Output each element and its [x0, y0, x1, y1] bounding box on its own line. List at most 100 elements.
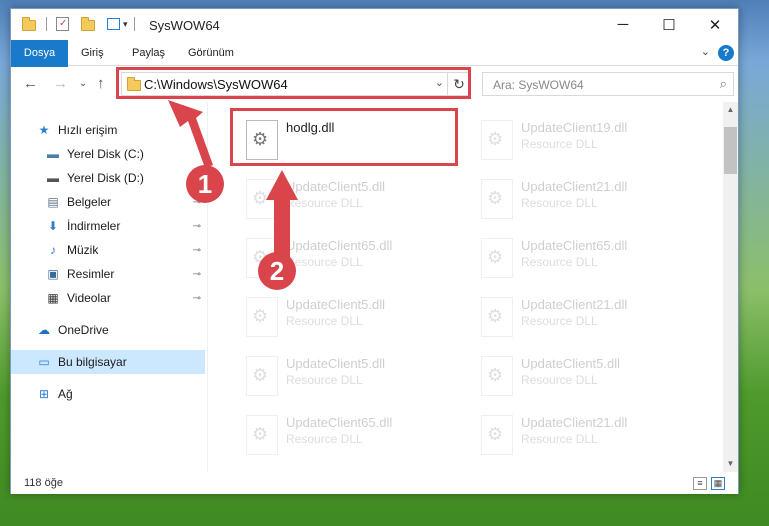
- sidebar-item[interactable]: ▬ Yerel Disk (D:): [11, 166, 205, 190]
- search-icon: ⌕: [719, 76, 727, 91]
- sidebar-item-label: Yerel Disk (C:): [67, 147, 144, 161]
- item-count: 118 öğe: [24, 477, 63, 489]
- file-name: UpdateClient5.dll: [286, 356, 386, 371]
- file-item[interactable]: UpdateClient5.dll Resource DLL: [238, 291, 468, 347]
- search-input[interactable]: Ara: SysWOW64 ⌕: [482, 72, 734, 96]
- rename-icon[interactable]: [107, 18, 120, 30]
- music-icon: ♪: [50, 243, 56, 257]
- scroll-up-button[interactable]: ▲: [723, 102, 738, 118]
- scroll-down-button[interactable]: ▼: [723, 456, 738, 472]
- drive-icon: ▬: [47, 147, 59, 161]
- maximize-button[interactable]: ☐: [646, 9, 692, 40]
- file-item[interactable]: UpdateClient19.dll Resource DLL: [473, 114, 703, 170]
- address-highlight-box: [116, 67, 471, 99]
- file-type: Resource DLL: [286, 373, 363, 387]
- dll-file-icon: [246, 356, 278, 396]
- download-icon: ⬇: [47, 219, 59, 233]
- sidebar-item[interactable]: ♪ Müzik ⊸: [11, 238, 205, 262]
- file-item[interactable]: UpdateClient5.dll Resource DLL: [473, 350, 703, 406]
- sidebar-item-label: Videolar: [67, 291, 111, 305]
- file-type: Resource DLL: [521, 255, 598, 269]
- sidebar-item-label: Müzik: [67, 243, 99, 257]
- file-item[interactable]: UpdateClient65.dll Resource DLL: [473, 232, 703, 288]
- file-type: Resource DLL: [286, 432, 363, 446]
- file-name: UpdateClient5.dll: [521, 356, 621, 371]
- scroll-thumb[interactable]: [724, 127, 737, 174]
- tab-home[interactable]: Giriş: [71, 40, 114, 66]
- file-name: UpdateClient21.dll: [521, 297, 628, 312]
- ribbon-tabs: Dosya Giriş Paylaş Görünüm ⌄ ?: [11, 40, 738, 96]
- sidebar-item[interactable]: ★ Hızlı erişim: [11, 118, 205, 142]
- details-view-button[interactable]: ≡: [693, 477, 707, 490]
- file-name: UpdateClient5.dll: [286, 297, 386, 312]
- file-item[interactable]: UpdateClient21.dll Resource DLL: [473, 291, 703, 347]
- quick-access-toolbar: ✓ ▾: [22, 17, 135, 31]
- file-type: Resource DLL: [286, 255, 363, 269]
- window-title: SysWOW64: [149, 18, 220, 33]
- expand-ribbon-icon[interactable]: ⌄: [701, 45, 710, 58]
- sidebar-item[interactable]: ▬ Yerel Disk (C:): [11, 142, 205, 166]
- help-icon[interactable]: ?: [718, 45, 734, 61]
- sidebar-item-label: Hızlı erişim: [58, 123, 118, 137]
- sidebar-item[interactable]: ▤ Belgeler ⊸: [11, 190, 205, 214]
- sidebar-item[interactable]: ▭ Bu bilgisayar: [11, 350, 205, 374]
- chevron-down-icon[interactable]: ▾: [123, 19, 128, 30]
- computer-icon: ▭: [38, 355, 50, 369]
- dll-file-icon: [481, 356, 513, 396]
- large-icons-view-button[interactable]: ▦: [711, 477, 725, 490]
- up-button[interactable]: ↑: [97, 75, 105, 92]
- pin-icon[interactable]: ⊸: [193, 221, 201, 232]
- forward-button[interactable]: →: [53, 75, 68, 92]
- dll-file-icon: [481, 179, 513, 219]
- back-button[interactable]: ←: [23, 75, 38, 92]
- sidebar-item-label: Resimler: [67, 267, 115, 281]
- file-type: Resource DLL: [521, 373, 598, 387]
- sidebar-item[interactable]: ▣ Resimler ⊸: [11, 262, 205, 286]
- step-badge-2: 2: [258, 252, 296, 290]
- dll-file-icon: [246, 297, 278, 337]
- file-name: UpdateClient65.dll: [521, 238, 628, 253]
- documents-icon: ▤: [47, 195, 59, 209]
- file-type: Resource DLL: [521, 314, 598, 328]
- sidebar-item-label: İndirmeler: [67, 219, 121, 233]
- title-bar: ✓ ▾ SysWOW64 ─ ☐ ✕: [11, 9, 738, 40]
- sidebar-item-label: Yerel Disk (D:): [67, 171, 144, 185]
- file-highlight-box: [230, 108, 458, 166]
- pin-icon[interactable]: ⊸: [193, 245, 201, 256]
- close-button[interactable]: ✕: [692, 9, 738, 40]
- file-type: Resource DLL: [286, 314, 363, 328]
- sidebar-item-label: OneDrive: [58, 323, 109, 337]
- tab-view[interactable]: Görünüm: [178, 40, 244, 66]
- toolbar-separator: [133, 17, 135, 31]
- dll-file-icon: [481, 120, 513, 160]
- cloud-icon: ☁: [38, 323, 50, 337]
- file-item[interactable]: UpdateClient5.dll Resource DLL: [238, 173, 468, 229]
- tab-share[interactable]: Paylaş: [122, 40, 175, 66]
- file-item[interactable]: UpdateClient65.dll Resource DLL: [238, 409, 468, 465]
- file-item[interactable]: UpdateClient21.dll Resource DLL: [473, 173, 703, 229]
- sidebar-item-label: Ağ: [58, 387, 73, 401]
- vertical-scrollbar[interactable]: ▲ ▼: [723, 102, 738, 472]
- recent-locations-button[interactable]: ⌄: [79, 78, 87, 89]
- folder-icon: [22, 17, 36, 31]
- file-name: UpdateClient21.dll: [521, 415, 628, 430]
- minimize-button[interactable]: ─: [600, 9, 646, 40]
- sidebar-item-label: Belgeler: [67, 195, 112, 209]
- file-type: Resource DLL: [521, 137, 598, 151]
- new-folder-icon[interactable]: [81, 17, 95, 31]
- sidebar-item[interactable]: ▦ Videolar ⊸: [11, 286, 205, 310]
- sidebar-item[interactable]: ⊞ Ağ: [11, 382, 205, 406]
- file-item[interactable]: UpdateClient21.dll Resource DLL: [473, 409, 703, 465]
- pane-divider[interactable]: [207, 102, 208, 472]
- network-icon: ⊞: [38, 387, 50, 401]
- properties-icon[interactable]: ✓: [56, 17, 69, 31]
- sidebar-item[interactable]: ⬇ İndirmeler ⊸: [11, 214, 205, 238]
- sidebar-item[interactable]: ☁ OneDrive: [11, 318, 205, 342]
- pin-icon[interactable]: ⊸: [193, 269, 201, 280]
- file-type: Resource DLL: [286, 196, 363, 210]
- file-type: Resource DLL: [521, 432, 598, 446]
- sidebar-item-label: Bu bilgisayar: [58, 355, 127, 369]
- file-name: UpdateClient19.dll: [521, 120, 628, 135]
- file-item[interactable]: UpdateClient5.dll Resource DLL: [238, 350, 468, 406]
- pin-icon[interactable]: ⊸: [193, 293, 201, 304]
